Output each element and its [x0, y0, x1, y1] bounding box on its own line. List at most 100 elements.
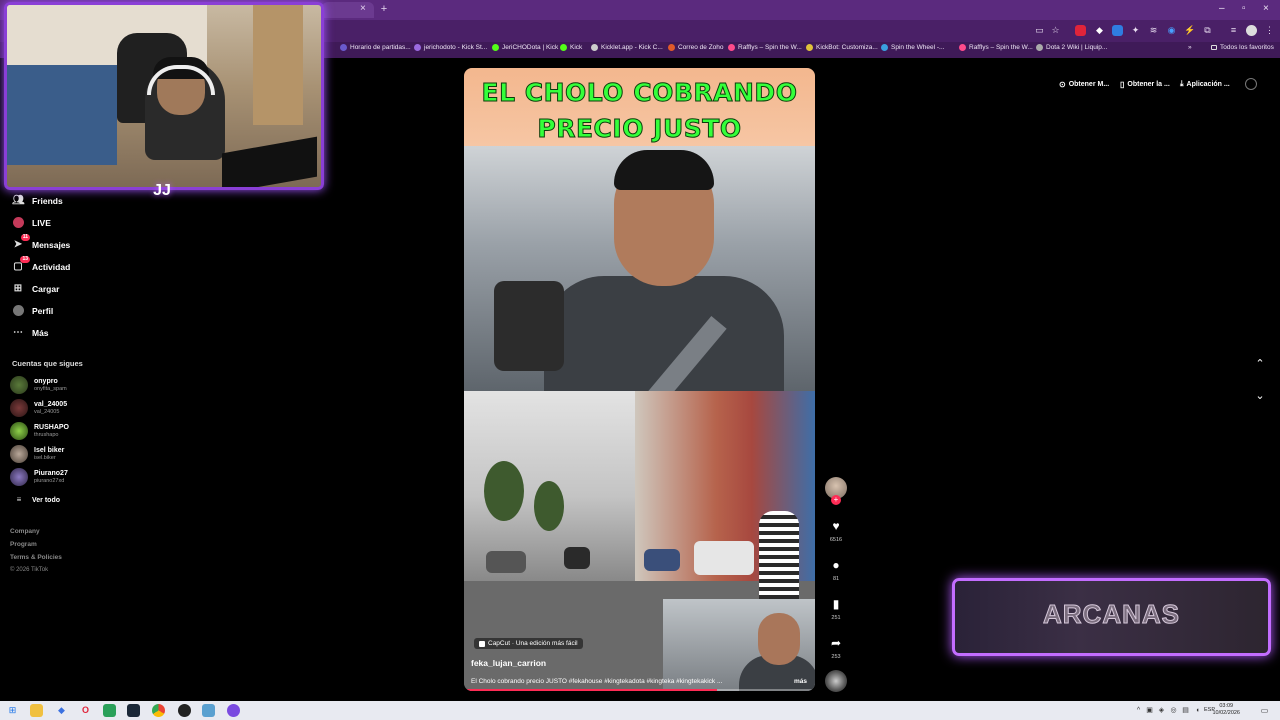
see-all-link[interactable]: ≡ Ver todo: [14, 494, 60, 506]
bookmark-item[interactable]: Dota 2 Wiki | Liquip...: [1036, 44, 1107, 51]
sidebar-item-more[interactable]: ⋯ Más: [12, 327, 49, 339]
next-video-icon[interactable]: ⌄: [1252, 388, 1268, 404]
sidebar-item-label: Perfil: [32, 306, 54, 316]
extension-icon[interactable]: [1075, 25, 1086, 36]
video-tree: [484, 461, 524, 521]
sidebar-item-label: Más: [32, 328, 49, 338]
followed-account[interactable]: onypro onyfita_spam: [10, 376, 67, 394]
sidebar-item-messages[interactable]: ➤ 11 Mensajes: [12, 234, 70, 251]
bookmark-item[interactable]: jerichodoto - Kick St...: [414, 44, 487, 51]
app-icon[interactable]: [202, 704, 215, 717]
chrome-icon[interactable]: [152, 704, 165, 717]
video-player[interactable]: EL CHOLO COBRANDO PRECIO JUSTO CapCut · …: [464, 68, 815, 691]
tab-close-icon[interactable]: ×: [360, 3, 366, 14]
desktop-app-button[interactable]: ⤓ Aplicación ...: [1180, 77, 1230, 91]
kebab-menu-icon[interactable]: ⋮: [1264, 25, 1275, 36]
upload-icon: ⊞: [13, 283, 23, 294]
sidebar-item-friends[interactable]: 👥︎ Friends: [12, 195, 63, 207]
extension-icon[interactable]: ⚡: [1184, 25, 1195, 36]
footer-terms-link[interactable]: Terms & Policies: [10, 554, 62, 561]
bookmark-item[interactable]: KickBot: Customiza...: [806, 44, 878, 51]
extension-icon[interactable]: ✦: [1130, 25, 1141, 36]
share-button[interactable]: ➦ 253: [823, 636, 849, 660]
streamer-webcam-overlay: [4, 2, 324, 190]
extensions-puzzle-icon[interactable]: ⧉: [1202, 25, 1213, 36]
menu-icon[interactable]: ≡: [1228, 25, 1239, 36]
account-name: Isel biker: [34, 446, 65, 454]
previous-video-icon[interactable]: ⌃: [1252, 356, 1268, 372]
bookmark-item[interactable]: Kicklet.app - Kick C...: [591, 44, 663, 51]
bookmark-item[interactable]: Spin the Wheel -...: [881, 44, 944, 51]
sidebar-item-live[interactable]: LIVE: [12, 217, 51, 229]
clock[interactable]: 03:09 10/02/2026: [1212, 703, 1240, 717]
account-handle: piurano27xd: [34, 477, 65, 484]
file-explorer-icon[interactable]: [30, 704, 43, 717]
steam-icon[interactable]: [127, 704, 140, 717]
profile-avatar-icon[interactable]: [1246, 25, 1257, 36]
followed-account[interactable]: Isel biker isel.biker: [10, 445, 64, 463]
new-tab-icon[interactable]: +: [378, 3, 390, 15]
windows-start-icon[interactable]: ⊞: [6, 704, 19, 717]
extension-icon[interactable]: ≋: [1148, 25, 1159, 36]
video-progress-bar[interactable]: [464, 689, 815, 691]
extension-icon[interactable]: [1112, 25, 1123, 36]
sidebar-item-label: Actividad: [32, 262, 71, 272]
followed-account[interactable]: val_24005 val_24005: [10, 399, 67, 417]
like-button[interactable]: ♥ 6516: [823, 519, 849, 543]
bookmark-item[interactable]: Kick: [560, 44, 582, 51]
followed-account[interactable]: RUSHAPO thrushapo: [10, 422, 69, 440]
footer-program-link[interactable]: Program: [10, 541, 37, 548]
video-pedestrian: [759, 511, 799, 601]
get-app-button[interactable]: ▯ Obtener la ...: [1120, 77, 1170, 91]
sidebar-item-profile[interactable]: Perfil: [12, 305, 53, 317]
bookmark-favicon-icon: [1036, 44, 1043, 51]
sidebar-item-activity[interactable]: ▢ 13 Actividad: [12, 256, 71, 273]
arcanas-overlay: ARCANAS: [952, 578, 1271, 656]
bookmark-star-icon[interactable]: ☆: [1050, 25, 1061, 36]
bookmark-item[interactable]: Horario de partidas...: [340, 44, 411, 51]
app-icon[interactable]: [227, 704, 240, 717]
caption-more-button[interactable]: más: [794, 678, 807, 685]
sidebar-item-label: Friends: [32, 196, 63, 206]
user-avatar[interactable]: [1245, 78, 1257, 90]
extension-icon[interactable]: ◉: [1166, 25, 1177, 36]
heart-icon: ♥: [832, 519, 840, 533]
window-close-icon[interactable]: ×: [1263, 3, 1269, 14]
bookmark-item[interactable]: JeriCHODota | Kick: [492, 44, 558, 51]
kick-icon: [560, 44, 567, 51]
get-coins-button[interactable]: ⊙ Obtener M...: [1059, 77, 1109, 91]
opera-icon[interactable]: O: [79, 704, 92, 717]
bookmarks-overflow-icon[interactable]: »: [1188, 44, 1192, 51]
obs-icon[interactable]: [178, 704, 191, 717]
maximize-icon[interactable]: ▫: [1242, 3, 1246, 14]
sidebar-item-upload[interactable]: ⊞ Cargar: [12, 283, 60, 295]
messages-badge: 11: [20, 234, 30, 241]
app-icon[interactable]: ◆: [55, 704, 68, 717]
capcut-tag[interactable]: CapCut · Una edición más fácil: [474, 638, 583, 649]
messages-icon: ➤ 11: [13, 234, 30, 250]
follow-plus-icon[interactable]: +: [831, 495, 841, 505]
video-car: [644, 549, 680, 571]
all-bookmarks[interactable]: Todos los favoritos: [1211, 44, 1274, 51]
app-icon[interactable]: [103, 704, 116, 717]
volume-icon[interactable]: ◖: [1191, 704, 1204, 717]
bookmark-item[interactable]: Rafflys – Spin the W...: [728, 44, 802, 51]
save-button[interactable]: ▮ 251: [823, 597, 849, 621]
video-tree: [534, 481, 564, 531]
notification-icon[interactable]: ▭: [1258, 704, 1271, 717]
video-man-hair: [614, 150, 714, 190]
capcut-icon: [479, 640, 485, 647]
video-username[interactable]: feka_lujan_carrion: [471, 658, 546, 668]
bookmark-item[interactable]: Correo de Zoho: [668, 44, 724, 51]
comment-button[interactable]: ● 81: [823, 558, 849, 582]
video-phone: [494, 281, 564, 371]
bookmark-item[interactable]: Rafflys – Spin the W...: [959, 44, 1033, 51]
download-icon: ⤓: [1180, 79, 1184, 88]
minimize-icon[interactable]: –: [1219, 3, 1225, 14]
cast-icon[interactable]: ▭: [1034, 25, 1045, 36]
extension-diamond-icon[interactable]: ◆: [1094, 25, 1105, 36]
footer-company-link[interactable]: Company: [10, 528, 40, 535]
music-disc-icon[interactable]: [825, 670, 847, 692]
followed-account[interactable]: Piurano27 piurano27xd: [10, 468, 68, 486]
browser-tab[interactable]: [322, 2, 374, 18]
